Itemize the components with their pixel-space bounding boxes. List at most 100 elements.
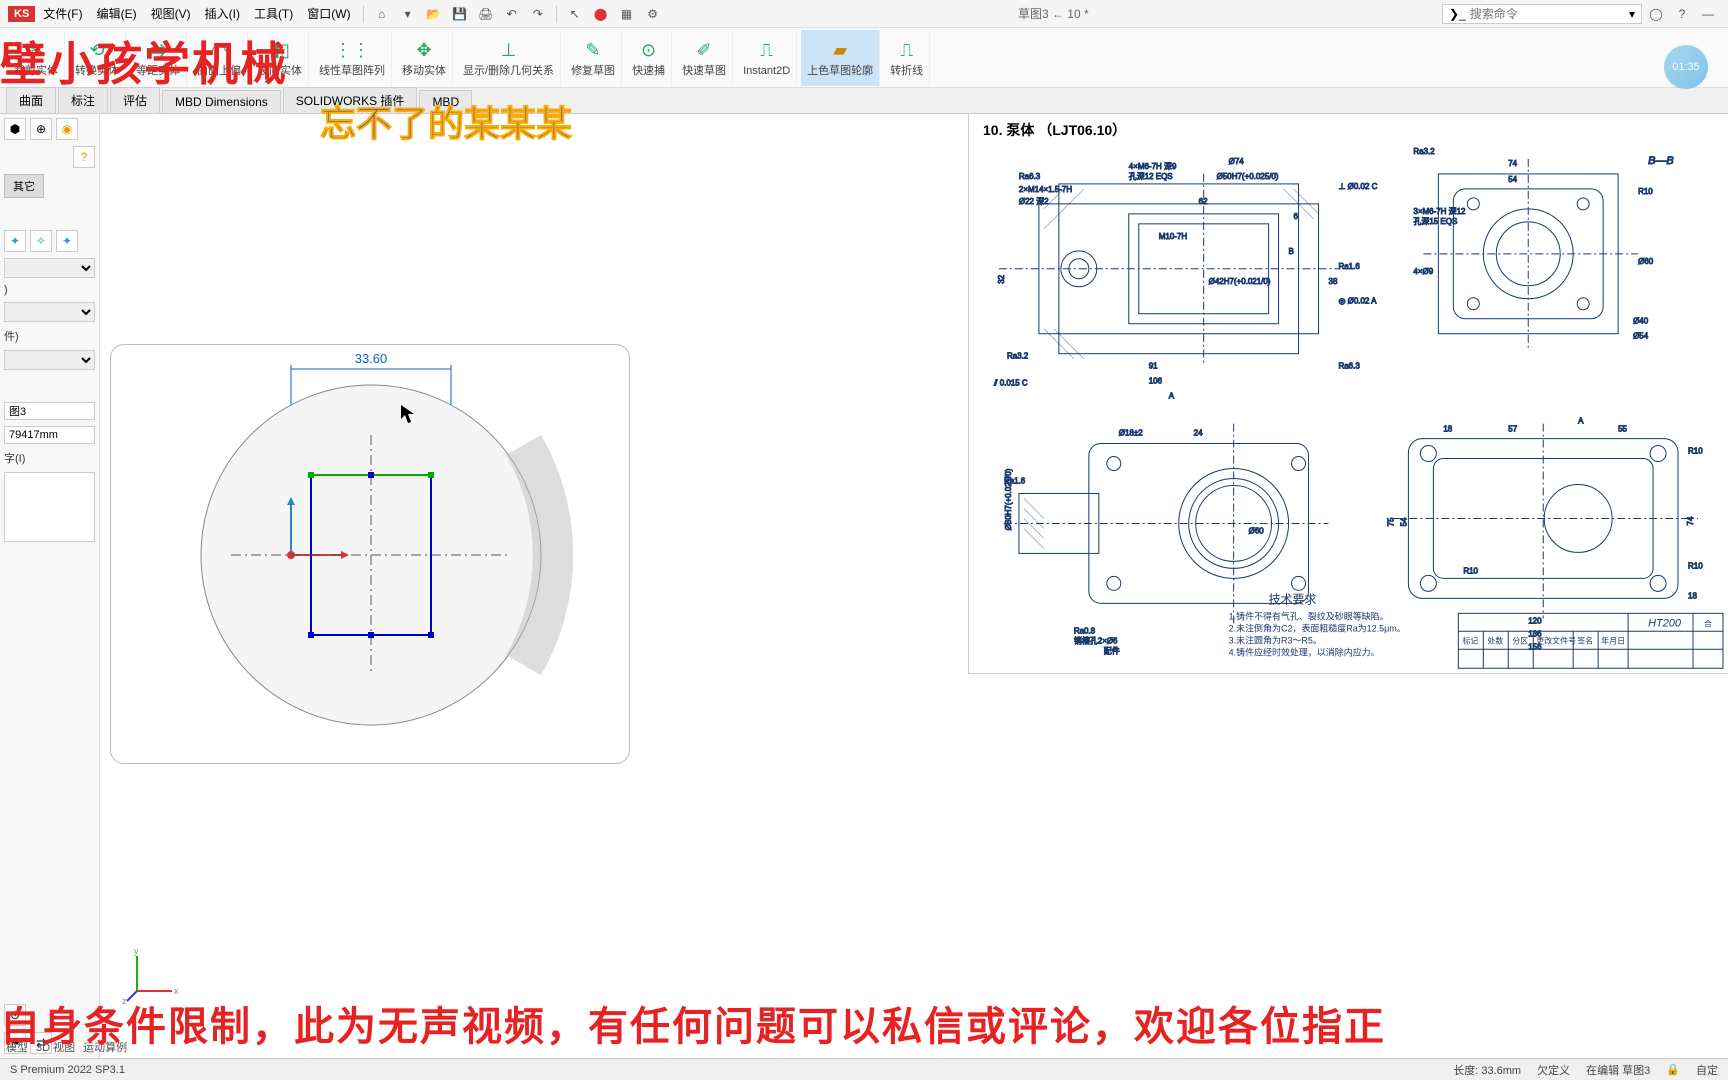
menu-window[interactable]: 窗口(W) bbox=[301, 3, 356, 24]
status-length: 长度: 33.6mm bbox=[1453, 1062, 1521, 1078]
pm-appearance-icon[interactable]: ◉ bbox=[56, 118, 78, 140]
pm-select-1[interactable] bbox=[4, 258, 95, 278]
rebuild-icon[interactable]: ⬤ bbox=[589, 3, 613, 25]
svg-text:18: 18 bbox=[1443, 425, 1452, 434]
relation-icon: ⊥ bbox=[497, 39, 521, 63]
svg-text:4×Ø9: 4×Ø9 bbox=[1413, 267, 1433, 276]
menu-file[interactable]: 文件(F) bbox=[37, 3, 88, 24]
ribbon-shade[interactable]: ▰上色草图轮廓 bbox=[801, 30, 880, 86]
svg-text:配件: 配件 bbox=[1104, 645, 1120, 655]
save-icon[interactable]: 💾 bbox=[448, 3, 472, 25]
svg-text:18: 18 bbox=[1688, 591, 1697, 600]
select-icon[interactable]: ↖ bbox=[563, 3, 587, 25]
jog-icon: ⎍ bbox=[895, 39, 919, 63]
svg-text:6: 6 bbox=[1294, 212, 1299, 221]
user-icon[interactable]: ◯ bbox=[1644, 3, 1668, 25]
redo-icon[interactable]: ↷ bbox=[526, 3, 550, 25]
svg-text:54: 54 bbox=[1399, 517, 1408, 526]
sketch-view: 33.60 bbox=[111, 345, 631, 765]
pm-jian: 件) bbox=[4, 328, 95, 344]
ribbon-fold[interactable]: ⎍转折线 bbox=[884, 30, 930, 86]
terminal-icon: ❯_ bbox=[1449, 7, 1466, 21]
svg-text:2×M14×1.5-7H: 2×M14×1.5-7H bbox=[1019, 185, 1072, 194]
svg-text:B: B bbox=[1289, 247, 1294, 256]
svg-text:Ra3.2: Ra3.2 bbox=[1413, 147, 1435, 156]
dimension-text[interactable]: 33.60 bbox=[355, 351, 388, 366]
menu-edit[interactable]: 编辑(E) bbox=[91, 3, 143, 24]
svg-text:年月日: 年月日 bbox=[1601, 635, 1625, 645]
shade-icon: ▰ bbox=[828, 39, 852, 63]
menu-tool[interactable]: 工具(T) bbox=[248, 3, 299, 24]
svg-text:Ra1.6: Ra1.6 bbox=[1338, 262, 1360, 271]
svg-text:62: 62 bbox=[1199, 197, 1208, 206]
pm-star2-icon[interactable]: ✧ bbox=[30, 230, 52, 252]
svg-text:技术要求: 技术要求 bbox=[1269, 592, 1317, 606]
pm-select-3[interactable] bbox=[4, 350, 95, 370]
ribbon-quick[interactable]: ⊙快速捕 bbox=[626, 30, 672, 86]
ribbon-move[interactable]: ✥移动实体 bbox=[396, 30, 453, 86]
open-icon[interactable]: 📂 bbox=[422, 3, 446, 25]
pm-feature-icon[interactable]: ⬢ bbox=[4, 118, 26, 140]
svg-text:57: 57 bbox=[1508, 425, 1517, 434]
quicksketch-icon: ✐ bbox=[692, 39, 716, 63]
menu-view[interactable]: 视图(V) bbox=[145, 3, 197, 24]
overlay-watermark-top: 壁小孩学机械 bbox=[0, 28, 288, 94]
svg-text:Ø18±2: Ø18±2 bbox=[1119, 429, 1143, 438]
pm-text-area[interactable] bbox=[4, 472, 95, 542]
print-icon[interactable]: 🖨 bbox=[474, 3, 498, 25]
pm-sketch-name[interactable] bbox=[4, 402, 95, 420]
svg-text:Ø40: Ø40 bbox=[1633, 317, 1649, 326]
ribbon-pattern[interactable]: ⋮⋮线性草图阵列 bbox=[313, 30, 392, 86]
svg-text:A: A bbox=[1578, 417, 1584, 426]
svg-text:处数: 处数 bbox=[1487, 635, 1503, 645]
svg-text:y: y bbox=[134, 946, 139, 956]
svg-text:91: 91 bbox=[1149, 362, 1158, 371]
pm-select-2[interactable] bbox=[4, 302, 95, 322]
svg-text:标记: 标记 bbox=[1462, 635, 1478, 645]
svg-text:Ø74: Ø74 bbox=[1229, 157, 1245, 166]
undo-icon[interactable]: ↶ bbox=[500, 3, 524, 25]
help-icon[interactable]: ? bbox=[1670, 3, 1694, 25]
svg-text:Ø54: Ø54 bbox=[1633, 332, 1649, 341]
svg-text:75: 75 bbox=[1386, 517, 1395, 526]
pm-star1-icon[interactable]: ✦ bbox=[4, 230, 26, 252]
minimize-icon[interactable]: — bbox=[1696, 3, 1720, 25]
search-input[interactable] bbox=[1470, 7, 1625, 21]
svg-text:Ra3.2: Ra3.2 bbox=[1007, 352, 1029, 361]
svg-text:54: 54 bbox=[1508, 175, 1517, 184]
command-search[interactable]: ❯_ ▾ bbox=[1442, 4, 1642, 24]
status-mmgs-icon[interactable]: 🔒 bbox=[1666, 1063, 1680, 1076]
svg-text:R10: R10 bbox=[1688, 561, 1703, 570]
search-dropdown-icon[interactable]: ▾ bbox=[1629, 7, 1635, 21]
pattern-icon: ⋮⋮ bbox=[340, 39, 364, 63]
gear-icon[interactable]: ⚙ bbox=[641, 3, 665, 25]
model-viewport[interactable]: 33.60 bbox=[110, 344, 630, 764]
ribbon-instant2d[interactable]: ⎍Instant2D bbox=[737, 30, 797, 86]
svg-text:74: 74 bbox=[1508, 159, 1517, 168]
ribbon-showrel[interactable]: ⊥显示/删除几何关系 bbox=[457, 30, 561, 86]
svg-text:Ø22 深2: Ø22 深2 bbox=[1019, 197, 1049, 206]
svg-text:A: A bbox=[1169, 392, 1175, 401]
svg-text:Ra0.8: Ra0.8 bbox=[1074, 626, 1096, 635]
home-icon[interactable]: ⌂ bbox=[370, 3, 394, 25]
pm-paren: ) bbox=[4, 284, 95, 296]
svg-text:销槽孔2×Ø6: 销槽孔2×Ø6 bbox=[1074, 635, 1118, 645]
status-custom[interactable]: 自定 bbox=[1696, 1062, 1718, 1078]
graphics-area[interactable]: 33.60 bbox=[100, 114, 1728, 1058]
svg-text:孔深15 EQS: 孔深15 EQS bbox=[1413, 217, 1457, 226]
menu-insert[interactable]: 插入(I) bbox=[199, 3, 246, 24]
options-icon[interactable]: ▦ bbox=[615, 3, 639, 25]
pm-dimension-value[interactable] bbox=[4, 426, 95, 444]
app-logo: KS bbox=[8, 6, 35, 22]
svg-text:Ø42H7(+0.021/0): Ø42H7(+0.021/0) bbox=[1209, 277, 1271, 286]
menu-bar: KS 文件(F) 编辑(E) 视图(V) 插入(I) 工具(T) 窗口(W) ⌂… bbox=[0, 0, 1728, 28]
reference-drawing: 10. 泵体 （LJT06.10） bbox=[968, 114, 1728, 674]
pm-help-icon[interactable]: ? bbox=[73, 146, 95, 168]
pm-other-tab[interactable]: 其它 bbox=[4, 174, 44, 198]
new-icon[interactable]: ▾ bbox=[396, 3, 420, 25]
ribbon-repair[interactable]: ✎修复草图 bbox=[565, 30, 622, 86]
property-manager: ⬢ ⊕ ◉ ? 其它 ✦ ✧ ✦ ) 件) 字(I) ⊙ ⚑ ⇄ bbox=[0, 114, 100, 1058]
pm-star3-icon[interactable]: ✦ bbox=[56, 230, 78, 252]
ribbon-quicksk[interactable]: ✐快速草图 bbox=[676, 30, 733, 86]
pm-target-icon[interactable]: ⊕ bbox=[30, 118, 52, 140]
